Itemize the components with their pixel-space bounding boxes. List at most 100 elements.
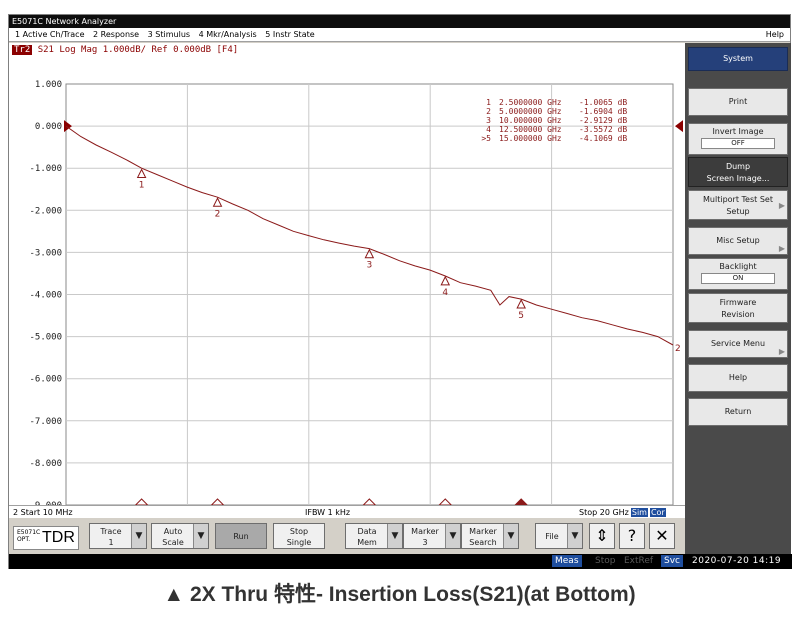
stop-single-line1: Stop — [289, 527, 309, 536]
softkey-backlight[interactable]: Backlight ON — [688, 258, 788, 290]
marker-table-id: 3 — [486, 116, 491, 125]
chevron-right-icon: ▶ — [778, 347, 785, 356]
softkey-dump-screen[interactable]: Dump Screen Image... — [688, 157, 788, 187]
stop-single-line2: Single — [286, 538, 312, 547]
y-tick-label: -8.000 — [29, 459, 62, 469]
y-tick-label: -5.000 — [29, 333, 62, 343]
marker-table-frequency: 15.000000 GHz — [499, 134, 562, 143]
y-tick-label: 0.000 — [35, 122, 62, 132]
softkey-print[interactable]: Print — [688, 88, 788, 116]
menu-stimulus[interactable]: 3 Stimulus — [148, 30, 190, 39]
marker-table-id: 2 — [486, 107, 491, 116]
softkey-help[interactable]: Help — [688, 364, 788, 392]
stop-frequency-group: Stop 20 GHz Sim Cor — [579, 506, 666, 519]
run-button-label: Run — [233, 532, 249, 541]
marker-label: 1 — [139, 180, 145, 190]
analyzer-window: E5071C Network Analyzer 1 Active Ch/Trac… — [8, 14, 792, 569]
y-tick-label: -1.000 — [29, 164, 62, 174]
data-mem-line2: Mem — [357, 538, 377, 547]
marker-table-value: -1.6904 dB — [579, 107, 627, 116]
marker-line1: Marker — [411, 527, 439, 536]
cor-badge: Cor — [649, 508, 666, 517]
svc-indicator: Svc — [661, 555, 683, 567]
marker-table-value: -3.5572 dB — [579, 125, 627, 134]
marker-table-frequency: 12.500000 GHz — [499, 125, 562, 134]
service-menu-label: Service Menu — [710, 339, 766, 348]
trace-end-label: 2 — [675, 344, 681, 354]
file-button-label: File — [545, 532, 559, 541]
marker-search-line2: Search — [469, 538, 497, 547]
y-tick-label: -2.000 — [29, 206, 62, 216]
menu-help[interactable]: Help — [766, 28, 784, 42]
multiport-line2: Setup — [726, 207, 750, 216]
sim-badge: Sim — [630, 508, 648, 517]
marker-label: 4 — [442, 288, 448, 298]
toolbar: E5071COPT. TDR Trace 1 Auto Scale Run Stop… — [9, 520, 685, 554]
channel-status-line: 2 Start 10 MHz IFBW 1 kHz Stop 20 GHz Sim… — [9, 505, 685, 518]
multiport-line1: Multiport Test Set — [703, 195, 773, 204]
marker-label: 5 — [518, 311, 524, 321]
marker-line2: 3 — [422, 538, 428, 547]
trace-badge[interactable]: Tr2 — [12, 45, 33, 55]
menu-instr-state[interactable]: 5 Instr State — [265, 30, 314, 39]
start-frequency[interactable]: 2 Start 10 MHz — [13, 506, 73, 519]
marker-table-id: >5 — [481, 134, 491, 143]
ifbw-value[interactable]: IFBW 1 kHz — [305, 506, 350, 519]
softkey-multiport-setup[interactable]: Multiport Test Set Setup ▶ — [688, 190, 788, 220]
softkey-title-system: System — [688, 47, 788, 71]
firmware-line2: Revision — [721, 310, 755, 319]
data-mem-button[interactable]: Data Mem — [345, 523, 403, 549]
trace-button[interactable]: Trace 1 — [89, 523, 147, 549]
marker-table-id: 1 — [486, 98, 491, 107]
tdr-option-logo[interactable]: E5071C OPT. TDR — [13, 526, 79, 550]
marker-search-button[interactable]: Marker Search — [461, 523, 519, 549]
figure-caption: ▲ 2X Thru 特性- Insertion Loss(S21)(at Bot… — [163, 583, 636, 606]
marker-table-frequency: 5.0000000 GHz — [499, 107, 562, 116]
marker-table-frequency: 2.5000000 GHz — [499, 98, 562, 107]
y-tick-label: -6.000 — [29, 375, 62, 385]
stop-frequency[interactable]: Stop 20 GHz — [579, 508, 629, 517]
misc-setup-label: Misc Setup — [716, 236, 760, 245]
close-icon[interactable]: ✕ — [649, 523, 675, 549]
file-button[interactable]: File — [535, 523, 583, 549]
marker-button[interactable]: Marker 3 — [403, 523, 461, 549]
trace-button-line2: 1 — [108, 538, 114, 547]
stop-single-button[interactable]: Stop Single — [273, 523, 325, 549]
backlight-label: Backlight — [719, 262, 757, 271]
instrument-status-bar: Meas Stop ExtRef Svc 2020-07-20 14:19 — [9, 554, 792, 569]
invert-image-value: OFF — [701, 138, 775, 149]
y-tick-label: -3.000 — [29, 248, 62, 258]
y-tick-label: 1.000 — [35, 80, 62, 90]
marker-search-line1: Marker — [469, 527, 497, 536]
menu-response[interactable]: 2 Response — [93, 30, 139, 39]
backlight-value: ON — [701, 273, 775, 284]
data-mem-line1: Data — [357, 527, 377, 536]
window-title: E5071C Network Analyzer — [9, 15, 790, 28]
softkey-panel: System Print Invert Image OFF Dump Scree… — [685, 43, 791, 554]
auto-scale-line1: Auto — [163, 527, 183, 536]
marker-table-value: -4.1069 dB — [579, 134, 627, 143]
softkey-return[interactable]: Return — [688, 398, 788, 426]
plot-area[interactable]: 1.000 0.000 -1.000 -2.000 -3.000 -4.000 -5.000… — [9, 43, 685, 513]
softkey-invert-image[interactable]: Invert Image OFF — [688, 123, 788, 155]
help-icon[interactable]: ? — [619, 523, 645, 549]
marker-table-frequency: 10.000000 GHz — [499, 116, 562, 125]
extref-indicator: ExtRef — [624, 556, 654, 566]
logo-tdr-text: TDR — [42, 529, 75, 546]
auto-scale-button[interactable]: Auto Scale — [151, 523, 209, 549]
run-button[interactable]: Run — [215, 523, 267, 549]
menu-active-ch-trace[interactable]: 1 Active Ch/Trace — [15, 30, 85, 39]
trace-chart[interactable]: 1.000 0.000 -1.000 -2.000 -3.000 -4.000 -5.000… — [9, 43, 685, 505]
trace-header: Tr2 S21 Log Mag 1.000dB/ Ref 0.000dB [F4… — [12, 45, 238, 55]
y-tick-label: -7.000 — [29, 417, 62, 427]
softkey-misc-setup[interactable]: Misc Setup ▶ — [688, 227, 788, 255]
clock: 2020-07-20 14:19 — [692, 556, 782, 566]
trace-button-line1: Trace — [100, 527, 122, 536]
marker-table-value: -1.0065 dB — [579, 98, 627, 107]
meas-indicator: Meas — [552, 555, 582, 567]
softkey-service-menu[interactable]: Service Menu ▶ — [688, 330, 788, 358]
softkey-firmware-revision[interactable]: Firmware Revision — [688, 293, 788, 323]
menu-mkr-analysis[interactable]: 4 Mkr/Analysis — [199, 30, 257, 39]
marker-table-id: 4 — [486, 125, 491, 134]
up-down-icon[interactable]: ⇕ — [589, 523, 615, 549]
